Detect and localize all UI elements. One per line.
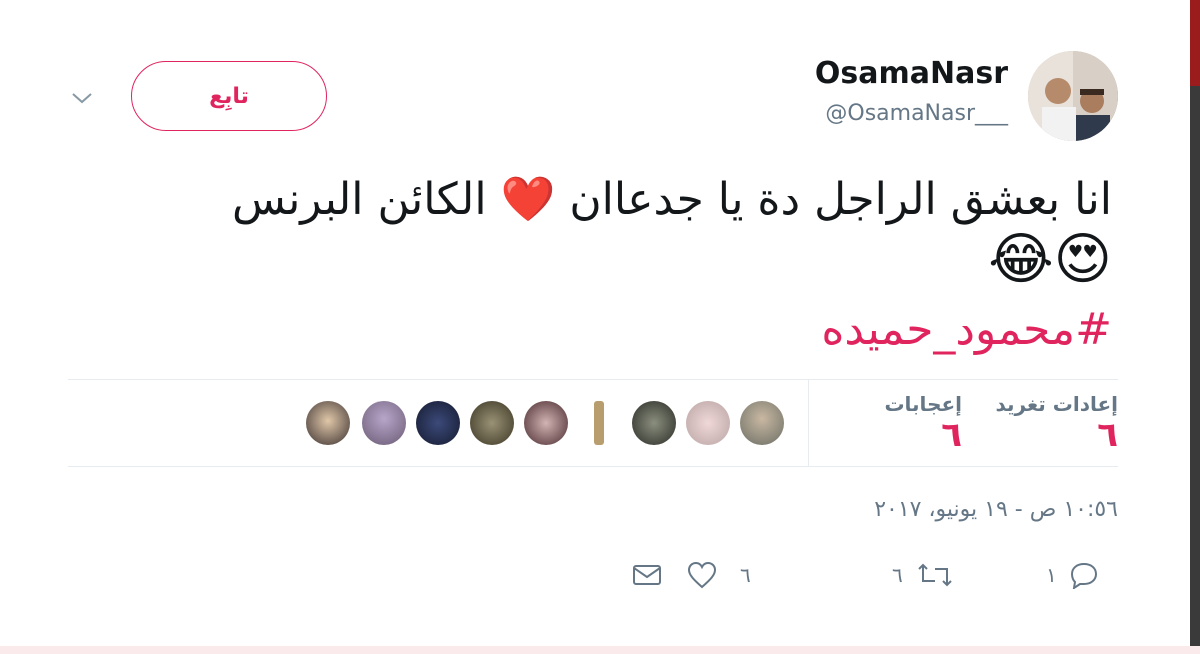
liker-avatar[interactable]: [594, 401, 604, 445]
display-name[interactable]: OsamaNasr: [815, 56, 1008, 91]
likes-stat[interactable]: إعجابات ٦: [884, 392, 962, 454]
likes-label: إعجابات: [884, 392, 962, 416]
like-count: ٦: [740, 563, 751, 587]
liker-avatar[interactable]: [686, 401, 730, 445]
heart-icon[interactable]: [686, 561, 718, 589]
tweet-timestamp[interactable]: ١٠:٥٦ ص - ١٩ يونيو، ٢٠١٧: [874, 497, 1118, 522]
tweet-hashtag-link[interactable]: #محمود_حميده: [821, 304, 1112, 355]
retweet-action[interactable]: ٦: [892, 558, 953, 592]
message-action[interactable]: [632, 558, 662, 592]
retweet-icon[interactable]: [917, 561, 953, 589]
stats-top-divider: [68, 379, 1118, 380]
retweet-count: ٦: [892, 563, 903, 587]
retweets-stat[interactable]: إعادات تغريد ٦: [995, 392, 1118, 454]
window-edge: [1190, 0, 1200, 654]
liker-avatar[interactable]: [306, 401, 350, 445]
reply-icon[interactable]: [1069, 561, 1099, 589]
window-edge-scrollbar[interactable]: [1190, 86, 1200, 654]
tweet-emoji-line: 😍😂: [988, 227, 1112, 292]
stats-separator: [808, 380, 809, 466]
liker-avatar[interactable]: [524, 401, 568, 445]
liker-avatar[interactable]: [416, 401, 460, 445]
like-action[interactable]: ٦: [686, 558, 751, 592]
chevron-down-icon[interactable]: [70, 88, 94, 108]
stats-bottom-divider: [68, 466, 1118, 467]
likes-count: ٦: [941, 415, 962, 455]
user-avatar[interactable]: [1028, 51, 1118, 141]
liker-avatar[interactable]: [740, 401, 784, 445]
window-edge-accent: [1190, 0, 1200, 86]
likers-avatars: [300, 398, 790, 448]
follow-button[interactable]: تابِع: [131, 61, 327, 131]
tweet-text: انا بعشق الراجل دة يا جدعاان ❤️ الكائن ا…: [82, 170, 1112, 290]
liker-avatar[interactable]: [632, 401, 676, 445]
retweets-label: إعادات تغريد: [995, 392, 1118, 416]
liker-avatar[interactable]: [470, 401, 514, 445]
reply-action[interactable]: ١: [1046, 558, 1099, 592]
user-handle[interactable]: @OsamaNasr___: [825, 101, 1008, 126]
reply-count: ١: [1046, 563, 1057, 587]
liker-avatar[interactable]: [362, 401, 406, 445]
bottom-strip: [0, 646, 1200, 654]
tweet-text-line: انا بعشق الراجل دة يا جدعاان ❤️ الكائن ا…: [231, 174, 1112, 225]
message-icon[interactable]: [632, 561, 662, 589]
retweets-count: ٦: [1097, 415, 1118, 455]
